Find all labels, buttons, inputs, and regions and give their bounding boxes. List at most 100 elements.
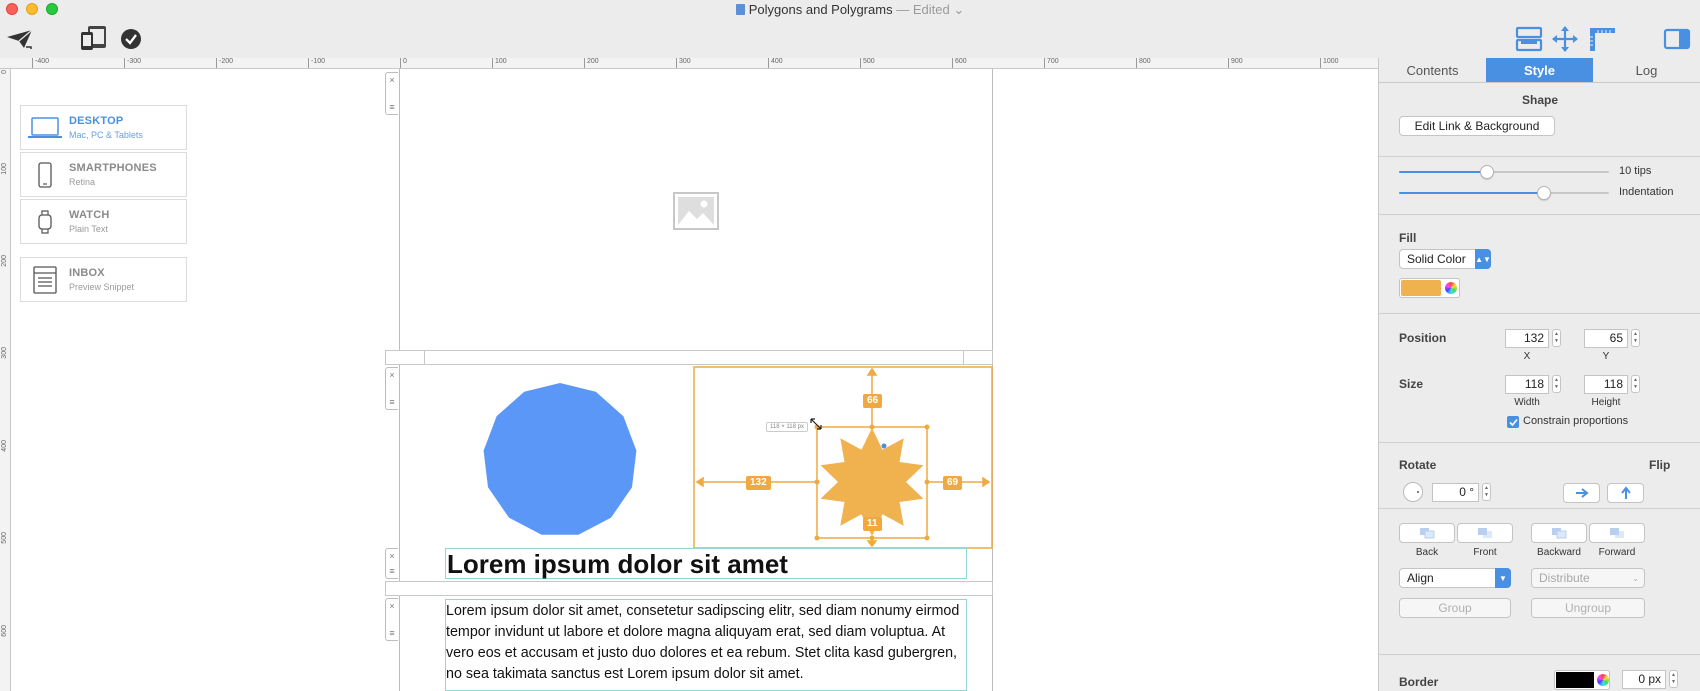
checkmark-icon[interactable] [119,27,143,51]
flip-horizontal-button[interactable] [1563,483,1600,503]
measure-bottom-badge: 11 [863,517,882,531]
ruler-tick: 300 [676,58,691,68]
edited-status[interactable]: — Edited [896,2,949,17]
constrain-checkbox[interactable] [1507,416,1519,428]
height-stepper[interactable]: ▲ ▼ [1631,375,1640,393]
layout-blocks-icon[interactable] [1514,24,1544,54]
remove-block-icon[interactable]: × [389,551,394,561]
vertical-ruler: 0 100 200 300 400 500 600 [0,69,11,691]
group-button[interactable]: Group [1399,598,1511,618]
width-stepper[interactable]: ▲ ▼ [1552,375,1561,393]
select-arrows-icon: ▲▼ [1475,249,1491,269]
flip-vertical-button[interactable] [1607,483,1644,503]
border-color-well[interactable] [1554,670,1610,690]
body-paragraph[interactable]: Lorem ipsum dolor sit amet, consetetur s… [445,599,967,691]
checkmark-icon [1508,418,1518,426]
block-handle[interactable]: × ≡ [385,598,398,641]
height-field[interactable]: 118 [1584,375,1628,394]
tab-contents[interactable]: Contents [1379,58,1486,82]
position-y-field[interactable]: 65 [1584,329,1628,348]
position-x-field[interactable]: 132 [1505,329,1549,348]
send-backward-button[interactable] [1531,523,1587,543]
x-caption: X [1523,351,1531,362]
document-icon [735,4,745,15]
remove-block-icon[interactable]: × [389,601,394,611]
ruler-icon[interactable] [1586,24,1618,54]
border-section: Border 0 px ▲ ▼ [1379,655,1700,691]
ruler-tick: 100 [492,58,507,68]
fill-color-well[interactable] [1399,278,1460,298]
polygram-section: 10 tips Indentation [1379,157,1700,215]
slider-knob[interactable] [1536,186,1551,200]
tips-slider[interactable] [1399,165,1609,179]
drag-grip-icon[interactable]: ≡ [389,628,394,638]
send-to-back-button[interactable] [1399,523,1455,543]
spacer-row[interactable] [385,581,993,596]
ruler-tick: -300 [123,58,142,68]
rotate-dial[interactable] [1403,482,1423,502]
send-paper-plane-icon[interactable] [4,26,36,52]
ruler-tick: 200 [1,255,8,267]
bring-forward-button[interactable] [1589,523,1645,543]
ruler-tick: 900 [1228,58,1243,68]
color-wheel-icon[interactable] [1597,674,1609,686]
ruler-tick: 100 [1,163,8,175]
arrange-section: Back Front Backward Forward Align ▼ Dist… [1379,509,1700,655]
title-bar: Polygons and Polygrams — Edited ⌄ [0,0,1700,20]
move-arrows-icon[interactable] [1550,24,1580,54]
ungroup-button[interactable]: Ungroup [1531,598,1645,618]
width-field[interactable]: 118 [1505,375,1549,394]
distribute-value: Distribute [1539,571,1590,585]
tab-log[interactable]: Log [1593,58,1700,82]
size-label: Size [1399,377,1424,391]
send-backward-icon [1552,528,1567,539]
forward-caption: Forward [1598,547,1636,558]
slider-knob[interactable] [1480,165,1495,179]
flip-label: Flip [1649,458,1671,472]
block-handle[interactable]: × ≡ [385,548,398,579]
drag-grip-icon[interactable]: ≡ [389,566,394,576]
bring-to-front-button[interactable] [1457,523,1513,543]
indentation-slider[interactable] [1399,186,1609,200]
distribute-select[interactable]: Distribute ⌄ [1531,568,1645,588]
constrain-label: Constrain proportions [1523,415,1629,427]
front-caption: Front [1473,547,1497,558]
fill-type-select[interactable]: Solid Color ▲▼ [1399,249,1491,269]
canvas[interactable]: DESKTOP Mac, PC & Tablets SMARTPHONES Re… [11,69,1378,691]
border-width-stepper[interactable]: ▲ ▼ [1669,670,1678,688]
arrow-right-icon [1575,488,1589,498]
color-wheel-icon[interactable] [1445,282,1457,294]
blue-polygon-shape[interactable] [483,383,637,535]
ruler-tick: 1000 [1320,58,1339,68]
device-preview-icon[interactable] [78,23,110,53]
tips-label: 10 tips [1619,165,1652,177]
position-x-stepper[interactable]: ▲ ▼ [1552,329,1561,347]
position-label: Position [1399,331,1447,345]
ruler-tick: 400 [768,58,783,68]
align-value: Align [1407,571,1434,585]
ruler-tick: 200 [584,58,599,68]
border-width-field[interactable]: 0 px [1622,670,1666,689]
bring-front-icon [1478,528,1492,538]
rotate-field[interactable]: 0 ° [1432,483,1479,502]
edit-link-background-button[interactable]: Edit Link & Background [1399,116,1555,136]
sidebar-toggle-icon[interactable] [1662,26,1692,52]
ruler-tick: 0 [400,58,407,68]
chevron-down-icon: ▼ [1495,568,1511,588]
tab-style[interactable]: Style [1486,58,1593,82]
align-select[interactable]: Align ▼ [1399,568,1511,588]
horizontal-ruler: -400 -300 -200 -100 0 100 200 300 400 50… [0,58,1378,69]
rotate-label: Rotate [1399,458,1437,472]
fill-type-value: Solid Color [1407,252,1466,266]
width-caption: Width [1514,397,1540,408]
rotate-stepper[interactable]: ▲ ▼ [1482,483,1491,501]
chevron-down-icon[interactable]: ⌄ [953,2,964,17]
chevron-down-icon: ⌄ [1632,573,1639,583]
position-y-stepper[interactable]: ▲ ▼ [1631,329,1640,347]
ruler-tick: 300 [1,347,8,359]
measure-top-badge: 66 [863,394,883,408]
ruler-tick: 500 [1,532,8,544]
heading-text[interactable]: Lorem ipsum dolor sit amet [447,549,962,579]
document-name: Polygons and Polygrams [748,2,893,17]
toolbar [0,20,1700,58]
